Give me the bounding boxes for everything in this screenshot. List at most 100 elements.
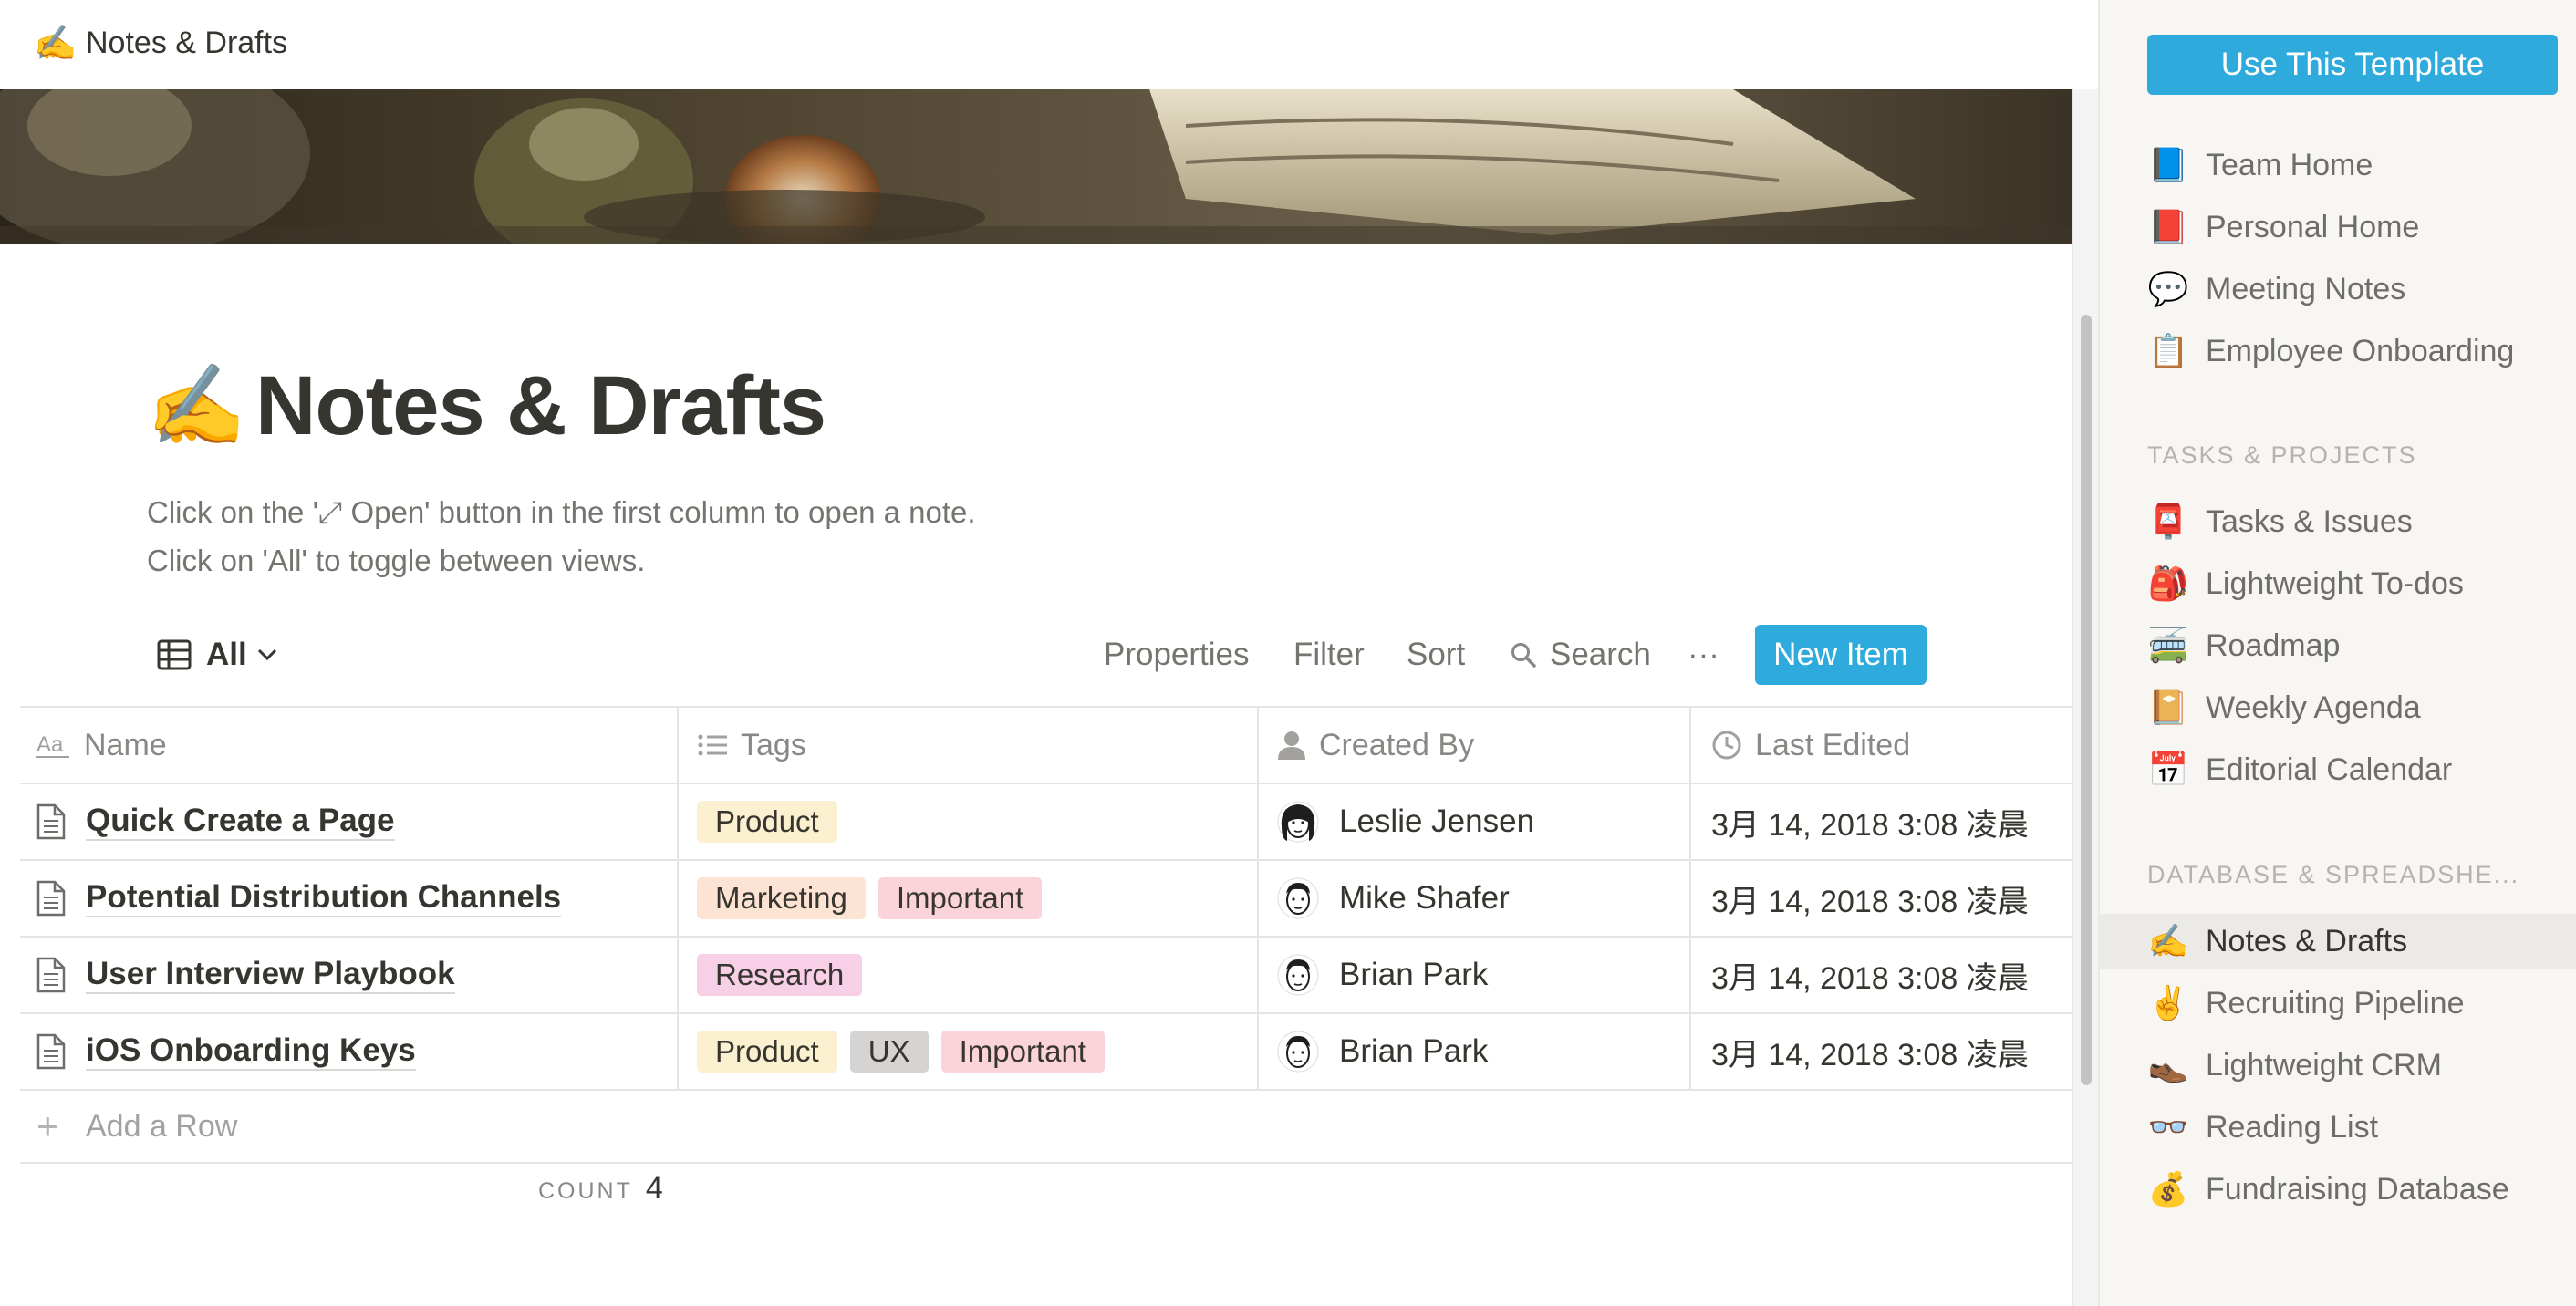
sidebar-item-recruiting-pipeline[interactable]: ✌️ Recruiting Pipeline — [2147, 976, 2465, 1031]
sidebar-item-meeting-notes[interactable]: 💬 Meeting Notes — [2147, 262, 2406, 316]
row-title[interactable]: iOS Onboarding Keys — [86, 1032, 416, 1071]
use-template-button[interactable]: Use This Template — [2147, 35, 2558, 95]
chevron-down-icon — [257, 648, 276, 661]
last-edited-cell[interactable]: 3月 14, 2018 3:08 凌晨 — [1689, 861, 2072, 936]
created-by-cell[interactable]: Mike Shafer — [1257, 861, 1689, 936]
tag-badge[interactable]: Product — [697, 1031, 837, 1073]
tag-badge[interactable]: Research — [697, 954, 863, 996]
table-row[interactable]: iOS Onboarding Keys Product UX Important Bri… — [20, 1014, 2072, 1091]
add-row-label: Add a Row — [86, 1108, 238, 1144]
sidebar-item-label: Weekly Agenda — [2206, 689, 2421, 725]
page-emoji-icon: ✍️ — [34, 22, 78, 63]
search-button[interactable]: Search — [1510, 629, 1651, 680]
sidebar-item-label: Lightweight To-dos — [2206, 565, 2464, 601]
tag-badge[interactable]: Marketing — [697, 877, 866, 919]
more-options-button[interactable]: ··· — [1688, 629, 1719, 680]
name-cell[interactable]: Potential Distribution Channels — [20, 861, 677, 936]
sidebar-item-fundraising-database[interactable]: 💰 Fundraising Database — [2147, 1162, 2509, 1217]
column-header-tags[interactable]: Tags — [677, 708, 1257, 783]
row-title[interactable]: Potential Distribution Channels — [86, 879, 562, 917]
sidebar-item-label: Roadmap — [2206, 627, 2341, 663]
sidebar-item-icon: 🚎 — [2147, 627, 2189, 665]
row-title[interactable]: Quick Create a Page — [86, 803, 395, 841]
properties-button[interactable]: Properties — [1104, 629, 1250, 680]
sidebar-item-personal-home[interactable]: 📕 Personal Home — [2147, 200, 2420, 254]
created-by-cell[interactable]: Brian Park — [1257, 938, 1689, 1012]
sidebar-item-team-home[interactable]: 📘 Team Home — [2147, 138, 2373, 192]
filter-button[interactable]: Filter — [1293, 629, 1365, 680]
name-cell[interactable]: User Interview Playbook — [20, 938, 677, 1012]
view-selector[interactable]: All — [157, 629, 293, 680]
sort-label: Sort — [1407, 637, 1466, 672]
tag-badge[interactable]: Important — [878, 877, 1043, 919]
document-icon — [36, 880, 66, 917]
column-header-last-edited[interactable]: Last Edited — [1689, 708, 2072, 783]
timestamp: 3月 14, 2018 3:08 凌晨 — [1711, 960, 2029, 996]
sidebar-item-tasks-issues[interactable]: 📮 Tasks & Issues — [2147, 494, 2413, 549]
created-by-cell[interactable]: Brian Park — [1257, 1014, 1689, 1089]
tags-cell[interactable]: Marketing Important — [677, 861, 1257, 936]
scrollbar-thumb[interactable] — [2081, 315, 2092, 1085]
name-cell[interactable]: iOS Onboarding Keys — [20, 1014, 677, 1089]
sidebar-section-heading: DATABASE & SPREADSHE... — [2147, 861, 2520, 888]
avatar-icon — [1277, 1031, 1319, 1073]
count-label: COUNT — [538, 1178, 633, 1204]
sidebar-item-reading-list[interactable]: 👓 Reading List — [2147, 1100, 2378, 1155]
last-edited-cell[interactable]: 3月 14, 2018 3:08 凌晨 — [1689, 938, 2072, 1012]
column-header-label: Created By — [1319, 727, 1475, 762]
tag-badge[interactable]: UX — [849, 1031, 929, 1073]
tags-cell[interactable]: Product — [677, 784, 1257, 859]
person-icon — [1278, 731, 1305, 760]
table-row[interactable]: Quick Create a Page Product Leslie Jensen 3… — [20, 784, 2072, 861]
svg-text:Aa: Aa — [36, 732, 64, 757]
tags-cell[interactable]: Product UX Important — [677, 1014, 1257, 1089]
cover-image — [0, 89, 2072, 244]
sidebar-item-label: Team Home — [2206, 147, 2373, 182]
sidebar-item-icon: ✍️ — [2147, 923, 2189, 960]
sidebar-item-label: Meeting Notes — [2206, 271, 2406, 306]
sidebar-item-editorial-calendar[interactable]: 📅 Editorial Calendar — [2147, 742, 2453, 797]
avatar-icon — [1277, 954, 1319, 996]
table-row[interactable]: Potential Distribution Channels Marketing… — [20, 861, 2072, 938]
new-item-button[interactable]: New Item — [1755, 625, 1927, 685]
tags-cell[interactable]: Research — [677, 938, 1257, 1012]
column-header-created-by[interactable]: Created By — [1257, 708, 1689, 783]
sidebar-item-label: Reading List — [2206, 1109, 2379, 1145]
column-header-label: Tags — [741, 727, 806, 762]
cover-painting — [0, 89, 2072, 244]
count-footer: COUNT 4 — [538, 1171, 663, 1213]
table-row[interactable]: User Interview Playbook Research Brian Par… — [20, 938, 2072, 1014]
sidebar-item-lightweight-crm[interactable]: 👞 Lightweight CRM — [2147, 1038, 2442, 1093]
sidebar-item-lightweight-to-dos[interactable]: 🎒 Lightweight To-dos — [2147, 556, 2464, 611]
page-title: ✍️ Notes & Drafts — [146, 351, 826, 461]
view-label: All — [206, 637, 247, 672]
avatar-icon — [1277, 801, 1319, 843]
sidebar-item-label: Employee Onboarding — [2206, 333, 2515, 368]
sidebar-item-employee-onboarding[interactable]: 📋 Employee Onboarding — [2147, 324, 2515, 378]
tag-badge[interactable]: Important — [940, 1031, 1105, 1073]
template-sidebar: Use This Template 📘 Team Home 📕 Personal Ho… — [2098, 0, 2576, 1306]
name-cell[interactable]: Quick Create a Page — [20, 784, 677, 859]
sort-button[interactable]: Sort — [1407, 629, 1465, 680]
add-row-button[interactable]: + Add a Row — [20, 1091, 2072, 1164]
last-edited-cell[interactable]: 3月 14, 2018 3:08 凌晨 — [1689, 784, 2072, 859]
document-icon — [36, 803, 66, 840]
tag-badge[interactable]: Product — [697, 801, 837, 843]
breadcrumb[interactable]: ✍️ Notes & Drafts — [33, 20, 287, 66]
row-title[interactable]: User Interview Playbook — [86, 956, 455, 994]
database-table: Aa Name Tags Created By Last Edited Quic… — [20, 706, 2072, 1164]
search-icon — [1511, 643, 1536, 668]
sidebar-item-label: Notes & Drafts — [2206, 923, 2408, 959]
column-header-name[interactable]: Aa Name — [20, 708, 677, 783]
sidebar-item-notes-drafts[interactable]: ✍️ Notes & Drafts — [2100, 914, 2576, 969]
last-edited-cell[interactable]: 3月 14, 2018 3:08 凌晨 — [1689, 1014, 2072, 1089]
sidebar-item-icon: 👓 — [2147, 1109, 2189, 1146]
sidebar-item-icon: 💬 — [2147, 271, 2189, 308]
timestamp: 3月 14, 2018 3:08 凌晨 — [1711, 807, 2029, 843]
sidebar-item-roadmap[interactable]: 🚎 Roadmap — [2147, 618, 2341, 673]
more-icon: ··· — [1688, 637, 1719, 672]
sidebar-item-label: Personal Home — [2206, 209, 2420, 244]
sidebar-item-weekly-agenda[interactable]: 📔 Weekly Agenda — [2147, 680, 2421, 735]
created-by-cell[interactable]: Leslie Jensen — [1257, 784, 1689, 859]
count-value: 4 — [645, 1171, 663, 1206]
